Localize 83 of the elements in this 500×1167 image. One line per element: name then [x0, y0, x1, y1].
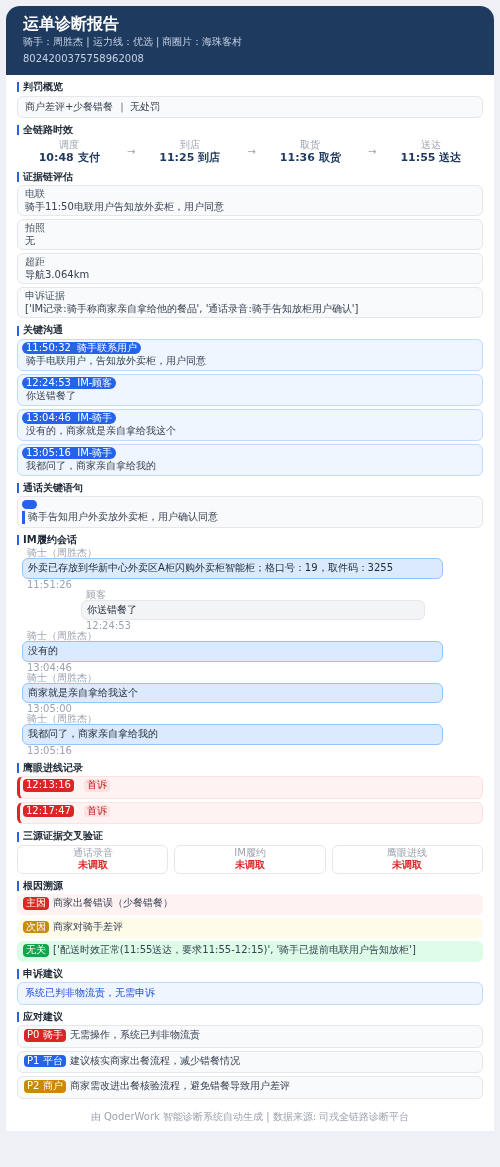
time-tag: 11:50:32 骑手联系用户: [22, 341, 142, 355]
action-text: 无需操作，系统已判非物流责: [69, 1029, 200, 1042]
cause-text: 商家出餐错误（少餐错餐）: [53, 897, 173, 910]
section-title: 申诉建议: [23, 967, 63, 981]
priority-tag: P0 骑手: [24, 1029, 66, 1042]
cause-tag: 次因: [23, 920, 49, 934]
section-title: 判罚概览: [23, 81, 63, 94]
comm-text: 我都问了，商家亲自拿给我的: [25, 460, 157, 473]
comm-text: 你送错餐了: [25, 390, 77, 403]
source-status: 未调取: [392, 859, 423, 872]
evidence-text: 骑手11:50电联用户告知放外卖柜，用户同意: [25, 200, 225, 214]
message-time: 13:05:00: [26, 704, 72, 715]
message-time: 13:05:16: [26, 745, 72, 756]
priority-tag: P1 平台: [24, 1054, 66, 1068]
type-tag: 首诉: [83, 804, 110, 818]
comm-text: 没有的，商家就是亲自拿给我这个: [25, 425, 177, 438]
step-time: 11:25 到店: [159, 151, 221, 165]
section-title: IM履约会话: [23, 533, 77, 547]
cause-text: ['配送时效正常(11:55送达，要求11:55-12:15)', '骑手已提前电联用户告知放柜']: [53, 944, 417, 957]
chat-bubble: 你送错餐了: [81, 599, 425, 621]
section-title: 三源证据交叉验证: [23, 830, 103, 843]
source-label: 鹰眼进线: [387, 846, 428, 859]
cause-tag: 无关: [23, 944, 49, 957]
sender-name: 骑士（周胜杰）: [26, 714, 97, 725]
step-time: 10:48 支付: [38, 151, 100, 165]
arrow: →: [368, 145, 377, 160]
section-title: 根因溯源: [23, 879, 63, 893]
message-time: 12:24:53: [86, 621, 131, 632]
step-label: 送达: [420, 138, 441, 151]
cause-text: 商家对骑手差评: [53, 920, 123, 934]
sender-name: 骑士（周胜杰）: [26, 548, 97, 559]
verdict-card: 商户差评+少餐错餐 ｜ 无处罚: [17, 95, 483, 118]
evidence-text: ['IM记录:骑手称商家亲自拿给他的餐品', '通话录音:骑手告知放柜用户确认']: [25, 302, 360, 316]
step-label: 调度: [59, 138, 80, 151]
evidence-label: 申诉证据: [25, 290, 66, 303]
comm-text: 骑手电联用户，告知放外卖柜，用户同意: [25, 355, 207, 368]
step-time: 11:55 送达: [400, 151, 462, 165]
chat-bubble: 商家就是亲自拿给我这个: [22, 682, 443, 704]
action-text: 建议核实商家出餐流程，减少错餐情况: [69, 1054, 240, 1068]
source-label: IM履约: [234, 846, 266, 859]
section-title: 关键沟通: [23, 324, 63, 337]
message-time: 13:04:46: [26, 662, 72, 673]
section-title: 应对建议: [23, 1010, 63, 1024]
rider-info: 骑手：周胜杰 | 运力线：优选 | 商圈片：海珠客村: [23, 36, 244, 49]
section-title: 鹰眼进线记录: [23, 761, 83, 775]
message-time: 11:51:26: [26, 579, 72, 590]
action-text: 商家需改进出餐核验流程，避免错餐导致用户差评: [69, 1080, 290, 1093]
section-title: 证据链评估: [23, 170, 73, 184]
section-title: 全链路时效: [23, 124, 73, 137]
report-title: 运单诊断报告: [23, 14, 120, 34]
empty-tag: [22, 500, 37, 510]
sender-name: 顾客: [85, 589, 106, 600]
step-label: 取货: [300, 138, 321, 151]
keyword-quote: 骑手告知用户外卖放外卖柜，用户确认同意: [22, 511, 478, 524]
step-time: 11:36 取货: [279, 151, 341, 165]
step-label: 到店: [179, 138, 200, 151]
type-tag: 首诉: [83, 779, 110, 792]
order-id: 8024200375758962008: [23, 52, 145, 65]
time-tag: 13:04:46 IM-骑手: [22, 411, 117, 425]
priority-tag: P2 商户: [24, 1080, 66, 1093]
arrow: →: [126, 145, 136, 160]
sender-name: 骑士（周胜杰）: [26, 631, 97, 642]
time-tag: 13:05:16 IM-骑手: [22, 446, 117, 460]
source-status: 未调取: [235, 859, 265, 872]
time-tag: 12:24:53 IM-顾客: [22, 376, 117, 390]
time-tag: 12:13:16: [23, 779, 74, 792]
time-tag: 12:17:47: [23, 804, 74, 818]
source-status: 未调取: [77, 859, 108, 872]
appeal-card: 系统已判非物流责，无需申诉: [17, 982, 483, 1005]
arrow: →: [247, 145, 256, 160]
chat-bubble: 外卖已存放到华新中心外卖区A柜闪购外卖柜智能柜；格口号：19，取件码：3255: [22, 558, 443, 579]
chat-bubble: 我都问了，商家亲自拿给我的: [22, 724, 443, 745]
evidence-label: 超距: [25, 256, 46, 269]
cause-tag: 主因: [23, 897, 49, 910]
sender-name: 骑士（周胜杰）: [26, 672, 97, 683]
footer-text: 由 QoderWork 智能诊断系统自动生成 | 数据来源: 司戎全链路诊断平台: [89, 1110, 411, 1124]
evidence-text: 导航3.064km: [25, 268, 91, 282]
section-title: 通话关键语句: [23, 481, 83, 495]
evidence-label: 拍照: [25, 222, 46, 235]
evidence-label: 电联: [25, 188, 46, 201]
evidence-text: 无: [25, 234, 36, 248]
chat-bubble: 没有的: [22, 641, 443, 662]
source-label: 通话录音: [72, 846, 113, 859]
